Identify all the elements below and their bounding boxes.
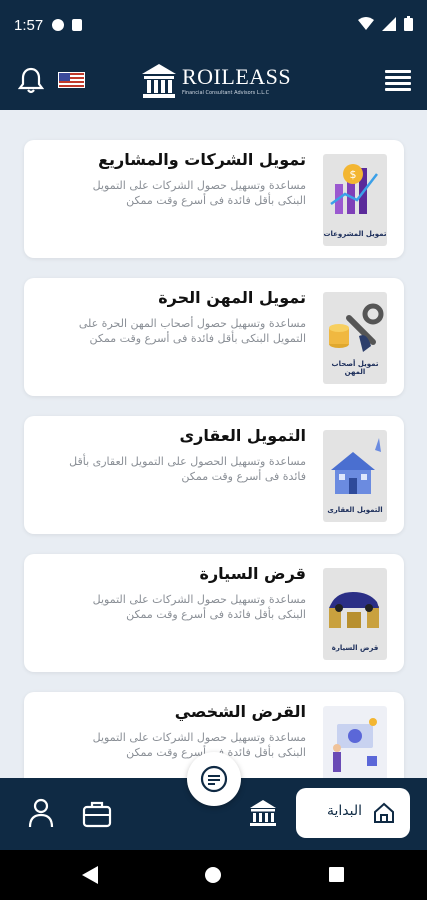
service-image: التمويل العقارى	[323, 430, 387, 522]
image-label: تمويل أصحاب المهن	[331, 360, 379, 376]
home-icon	[374, 802, 394, 823]
service-image: قرض السيارة	[323, 568, 387, 660]
service-image: تمويل أصحاب المهن	[323, 292, 387, 384]
wifi-icon	[358, 16, 374, 30]
status-bar: 1:57	[0, 0, 427, 52]
service-card-real-estate[interactable]: التمويل العقارى مساعدة وتسهيل الحصول على…	[24, 416, 404, 534]
brand-tagline: Financial Consultant Advisors L.L.C	[182, 90, 270, 96]
bell-icon[interactable]	[18, 66, 44, 94]
card-title: التمويل العقارى	[179, 426, 306, 445]
card-title: تمويل الشركات والمشاريع	[98, 150, 306, 169]
app-header: ROILEASS Financial Consultant Advisors L…	[0, 52, 427, 110]
card-description: مساعدة وتسهيل حصول الشركات على التمويل ا…	[92, 731, 306, 759]
image-label: قرض السيارة	[331, 644, 379, 652]
briefcase-icon[interactable]	[82, 800, 112, 828]
battery-icon	[404, 16, 413, 31]
brand-logo[interactable]: ROILEASS Financial Consultant Advisors L…	[140, 62, 292, 102]
recents-icon[interactable]	[329, 867, 344, 882]
svg-text:$: $	[350, 168, 357, 181]
service-image	[323, 706, 387, 778]
services-list: تمويل الشركات والمشاريع مساعدة وتسهيل حص…	[0, 110, 427, 778]
back-icon[interactable]	[82, 866, 98, 884]
chat-button[interactable]	[187, 752, 241, 806]
system-home-icon[interactable]	[205, 867, 221, 883]
card-description: مساعدة وتسهيل حصول الشركات على التمويل ا…	[92, 179, 306, 207]
image-label: التمويل العقارى	[327, 506, 383, 514]
card-description: مساعدة وتسهيل حصول الشركات على التمويل ا…	[92, 593, 306, 621]
bank-icon[interactable]	[248, 798, 278, 828]
signal-icon	[382, 16, 396, 31]
home-label: البداية	[326, 803, 362, 819]
card-description: مساعدة وتسهيل الحصول على التمويل العقارى…	[69, 455, 306, 483]
brand-name: ROILEASS	[182, 64, 292, 89]
card-title: تمويل المهن الحرة	[158, 288, 306, 307]
home-button[interactable]: البداية	[296, 788, 410, 838]
service-card-freelancers[interactable]: تمويل المهن الحرة مساعدة وتسهيل حصول أصح…	[24, 278, 404, 396]
service-card-companies[interactable]: تمويل الشركات والمشاريع مساعدة وتسهيل حص…	[24, 140, 404, 258]
service-image: $ تمويل المشروعات	[323, 154, 387, 246]
card-title: القرض الشخصي	[174, 702, 306, 721]
notification-icon	[52, 19, 64, 31]
card-description: مساعدة وتسهيل حصول أصحاب المهن الحرة على…	[78, 317, 306, 345]
system-nav-bar	[0, 850, 427, 900]
profile-icon[interactable]	[28, 798, 54, 828]
us-flag-icon[interactable]	[58, 72, 85, 88]
service-card-car-loan[interactable]: قرض السيارة مساعدة وتسهيل حصول الشركات ع…	[24, 554, 404, 672]
chat-icon	[200, 765, 228, 793]
card-title: قرض السيارة	[199, 564, 307, 583]
personal-loan-icon	[333, 718, 377, 772]
status-time: 1:57	[14, 17, 44, 34]
hamburger-menu-icon[interactable]	[385, 70, 411, 91]
sim-icon	[72, 19, 82, 31]
bank-logo-icon	[142, 64, 176, 98]
status-icons	[358, 16, 413, 31]
image-label: تمويل المشروعات	[323, 230, 387, 238]
